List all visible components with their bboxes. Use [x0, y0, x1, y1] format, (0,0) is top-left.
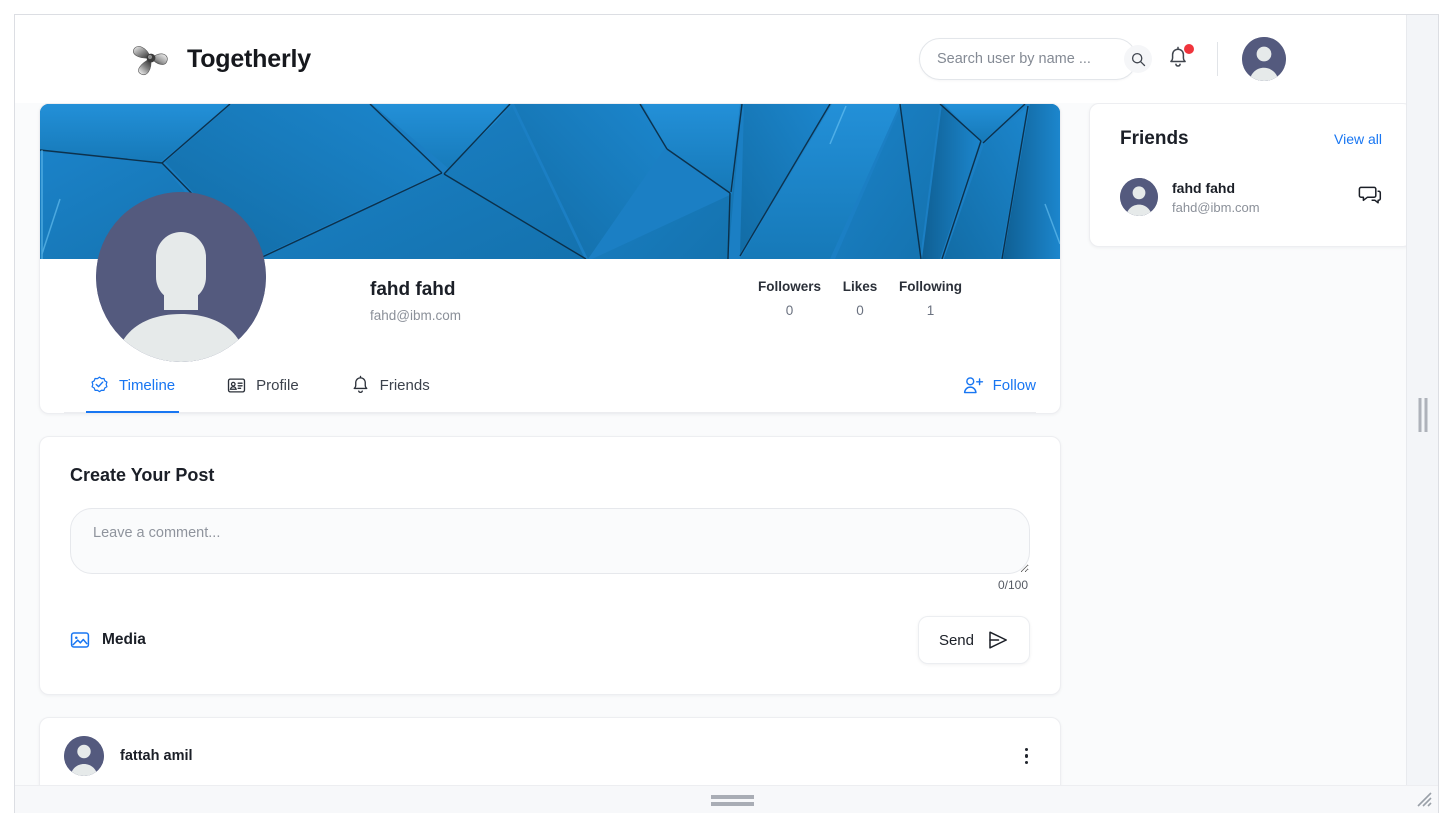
send-button-label: Send [938, 631, 974, 649]
stat-followers-value: 0 [785, 303, 794, 318]
stat-likes-label: Likes [842, 279, 878, 294]
media-button-label: Media [102, 631, 146, 648]
bell-icon [353, 375, 368, 393]
pinwheel-logo-icon [133, 46, 168, 75]
create-post-card: Create Your Post 0/100 Media [39, 436, 1061, 695]
notification-badge [1184, 44, 1194, 54]
header-actions [919, 37, 1286, 81]
media-button[interactable]: Media [70, 630, 146, 650]
profile-tabbar: Timeline Profile Friends Follow [40, 357, 1060, 413]
verified-check-icon [91, 376, 108, 392]
app-header: Togetherly [15, 15, 1408, 103]
more-vertical-icon[interactable] [1017, 742, 1037, 771]
friend-email: fahd@ibm.com [1172, 199, 1260, 215]
notifications-button[interactable] [1167, 44, 1194, 72]
brand-title: Togetherly [187, 44, 311, 73]
friend-identity: fahd fahd fahd@ibm.com [1172, 180, 1260, 215]
profile-name: fahd fahd [370, 279, 456, 300]
feed-post-author: fattah amil [120, 748, 193, 764]
follow-button[interactable]: Follow [963, 376, 1036, 395]
view-all-link[interactable]: View all [1334, 131, 1382, 147]
rail-grip-handle[interactable] [1418, 398, 1427, 432]
feed-post-card: fattah amil [39, 717, 1061, 786]
friends-panel: Friends View all fahd fahd fahd@ibm.com [1089, 103, 1408, 247]
left-column: fahd fahd fahd@ibm.com Followers 0 Likes… [39, 103, 1061, 786]
profile-stats: Followers 0 Likes 0 Following 1 [750, 279, 1036, 318]
page-viewport: Togetherly Search user by name ... fahd … [15, 15, 1408, 786]
user-avatar-icon [1242, 37, 1286, 81]
profile-email: fahd@ibm.com [370, 308, 461, 323]
friends-panel-title: Friends [1120, 128, 1189, 149]
right-column: Friends View all fahd fahd fahd@ibm.com [1089, 103, 1408, 247]
search-input[interactable] [937, 51, 1124, 67]
stat-following-value: 1 [926, 303, 935, 318]
user-plus-icon [963, 376, 983, 393]
main-content: fahd fahd fahd@ibm.com Followers 0 Likes… [15, 103, 1408, 786]
profile-avatar[interactable] [96, 192, 266, 362]
friend-list-item[interactable]: fahd fahd fahd@ibm.com [1120, 178, 1382, 216]
stat-following: Following 1 [891, 279, 970, 318]
feed-post-avatar[interactable] [64, 736, 104, 776]
image-icon [70, 632, 90, 648]
account-avatar[interactable] [1242, 37, 1286, 81]
tab-profile-label: Profile [256, 376, 299, 394]
tab-timeline-label: Timeline [119, 376, 176, 394]
stat-following-label: Following [899, 279, 962, 294]
friend-avatar[interactable] [1120, 178, 1158, 216]
search-box[interactable] [919, 38, 1152, 80]
chat-bubble-icon [1358, 186, 1382, 204]
search-icon [1131, 52, 1145, 66]
create-post-title: Create Your Post [70, 465, 215, 485]
bottom-grip-handle[interactable] [711, 795, 754, 806]
brand[interactable]: Togetherly [129, 37, 311, 81]
tab-friends-label: Friends [379, 376, 430, 394]
resize-corner-icon[interactable] [1414, 789, 1434, 809]
tab-timeline[interactable]: Timeline [86, 357, 180, 413]
send-button[interactable]: Send [917, 616, 1030, 664]
profile-identity: fahd fahd fahd@ibm.com [370, 279, 461, 323]
follow-button-label: Follow [992, 376, 1036, 394]
profile-card: fahd fahd fahd@ibm.com Followers 0 Likes… [39, 103, 1061, 414]
chat-button[interactable] [1358, 184, 1382, 211]
friend-name: fahd fahd [1172, 179, 1235, 196]
friends-panel-header: Friends View all [1120, 128, 1382, 150]
stat-followers: Followers 0 [750, 279, 829, 318]
post-textarea[interactable] [70, 508, 1030, 574]
tab-friends[interactable]: Friends [347, 357, 434, 413]
send-paper-plane-icon [989, 631, 1007, 649]
window-bottom-rail[interactable] [15, 785, 1438, 813]
stat-likes: Likes 0 [829, 279, 891, 318]
post-actions: Media Send [70, 616, 1030, 664]
tab-profile[interactable]: Profile [223, 357, 303, 413]
default-user-avatar-icon [64, 736, 104, 776]
character-counter: 0/100 [997, 578, 1028, 592]
stat-followers-label: Followers [757, 279, 821, 294]
default-user-avatar-icon [1120, 178, 1158, 216]
window-right-rail[interactable] [1406, 15, 1438, 786]
stat-likes-value: 0 [856, 303, 864, 318]
search-button[interactable] [1124, 45, 1152, 73]
default-user-avatar-icon [96, 192, 266, 362]
header-divider [1217, 42, 1218, 76]
application-window: Togetherly Search user by name ... fahd … [14, 14, 1439, 813]
id-card-icon [227, 377, 246, 393]
